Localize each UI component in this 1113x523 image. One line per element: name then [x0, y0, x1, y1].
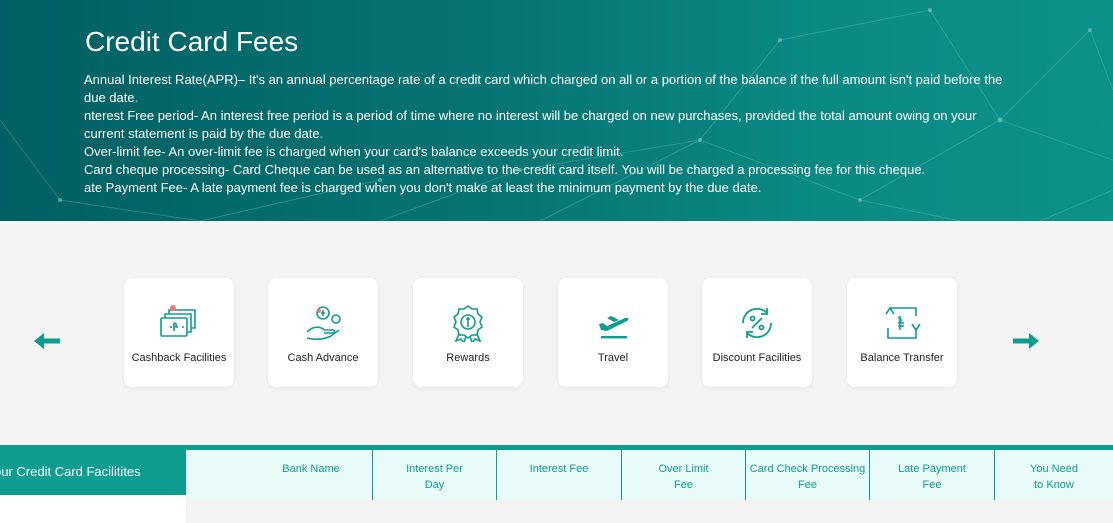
- column-header-text: Card Check Processing: [749, 463, 866, 475]
- comparison-table: our Credit Card Facilitites Bank Name In…: [0, 445, 1113, 523]
- column-header-text: Bank Name: [282, 463, 340, 475]
- hero-banner: Credit Card Fees Annual Interest Rate(AP…: [0, 0, 1113, 221]
- column-header-text: Fee: [798, 479, 817, 491]
- arrow-right-icon[interactable]: [1011, 331, 1039, 351]
- discount-icon: [742, 307, 772, 339]
- column-header-text: Over Limit: [658, 463, 709, 475]
- card-cash-advance[interactable]: Cash Advance: [268, 278, 378, 387]
- column-header-interest-per-day[interactable]: Interest Per Day: [372, 450, 496, 500]
- late-payment-description: ate Payment Fee- A late payment fee is c…: [84, 180, 762, 195]
- column-header-text: Fee: [922, 479, 942, 491]
- rewards-icon: [453, 305, 483, 342]
- card-label: Cash Advance: [287, 352, 359, 364]
- cheque-processing-description: Card cheque processing- Card Cheque can …: [84, 162, 926, 177]
- card-travel[interactable]: Travel: [558, 278, 668, 387]
- column-header-over-limit-fee[interactable]: Over Limit Fee: [621, 450, 745, 500]
- side-tab-label: our Credit Card Facilitites: [0, 464, 141, 479]
- card-label: Rewards: [446, 352, 490, 364]
- column-header-text: to Know: [1034, 479, 1074, 491]
- column-header-you-need-to-know[interactable]: You Need to Know: [994, 450, 1113, 500]
- side-panel: [0, 495, 186, 523]
- card-label: Cashback Facilities: [131, 352, 227, 364]
- airplane-icon: [599, 316, 629, 339]
- facilities-side-tab[interactable]: our Credit Card Facilitites: [0, 450, 186, 495]
- card-label: Discount Facilities: [712, 352, 802, 364]
- column-header-text: Day: [424, 479, 445, 491]
- column-header-text: Interest Per: [406, 463, 463, 475]
- card-label: Travel: [597, 352, 629, 364]
- card-discount-facilities[interactable]: Discount Facilities: [702, 278, 812, 387]
- facilities-carousel: Cashback Facilities Cash Advance Rewards…: [0, 221, 1113, 445]
- column-header-text: Fee: [674, 479, 693, 491]
- card-label: Balance Transfer: [860, 352, 944, 364]
- over-limit-description: Over-limit fee- An over-limit fee is cha…: [84, 144, 624, 159]
- card-rewards[interactable]: Rewards: [413, 278, 523, 387]
- table-header-row: Bank Name Interest Per Day Interest Fee …: [186, 450, 1113, 500]
- column-header-text: Interest Fee: [529, 463, 589, 475]
- column-header-text: You Need: [1030, 463, 1078, 475]
- cashback-icon: [160, 305, 196, 337]
- cash-advance-icon: [306, 306, 341, 341]
- balance-transfer-icon: [885, 306, 921, 339]
- fee-descriptions: Annual Interest Rate(APR)– It's an annua…: [84, 71, 1004, 197]
- column-header-text: Late Payment: [898, 463, 966, 475]
- page-title: Credit Card Fees: [85, 26, 299, 57]
- apr-description: Annual Interest Rate(APR)– It's an annua…: [84, 72, 1003, 105]
- column-header-interest-fee[interactable]: Interest Fee: [496, 450, 621, 500]
- card-balance-transfer[interactable]: Balance Transfer: [847, 278, 957, 387]
- column-header-card-check-processing-fee[interactable]: Card Check Processing Fee: [745, 450, 869, 500]
- card-cashback-facilities[interactable]: Cashback Facilities: [124, 278, 234, 387]
- arrow-left-icon[interactable]: [34, 331, 62, 351]
- interest-free-description: nterest Free period- An interest free pe…: [84, 108, 977, 141]
- column-header-late-payment-fee[interactable]: Late Payment Fee: [869, 450, 994, 500]
- column-header-bank-name[interactable]: Bank Name: [249, 450, 373, 500]
